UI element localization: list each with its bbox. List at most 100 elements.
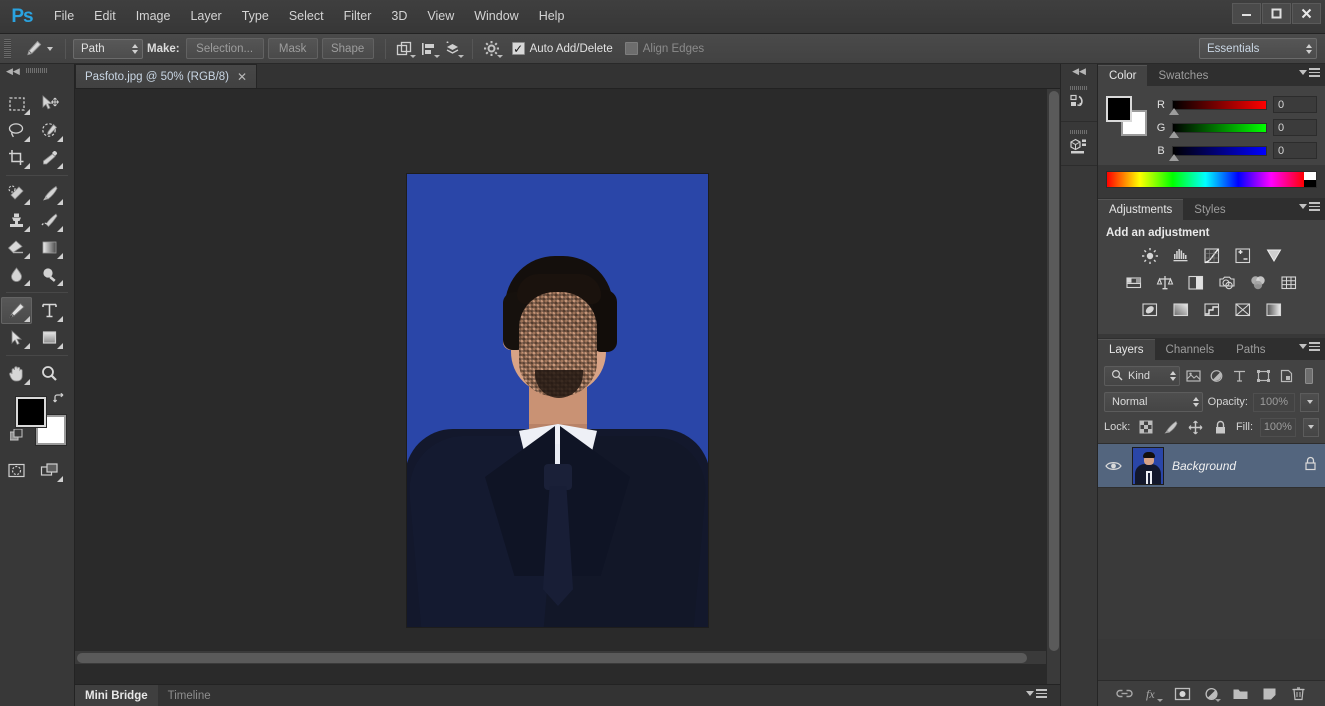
- make-mask-button[interactable]: Mask: [268, 38, 318, 59]
- channel-value-g[interactable]: 0: [1273, 119, 1317, 136]
- eraser-tool[interactable]: [1, 234, 32, 261]
- new-layer-icon[interactable]: [1260, 684, 1280, 704]
- pen-tool[interactable]: [1, 297, 32, 324]
- selective-color-icon[interactable]: [1260, 299, 1287, 321]
- layer-list[interactable]: Background: [1098, 443, 1325, 639]
- quick-selection-tool[interactable]: [34, 117, 65, 144]
- menu-type[interactable]: Type: [232, 5, 279, 28]
- options-bar-grip[interactable]: [4, 39, 11, 59]
- tab-adjustments[interactable]: Adjustments: [1098, 199, 1183, 220]
- close-icon[interactable]: ✕: [237, 71, 247, 83]
- add-layer-mask-icon[interactable]: [1173, 684, 1193, 704]
- default-colors-icon[interactable]: [10, 429, 25, 449]
- menu-window[interactable]: Window: [464, 5, 528, 28]
- tab-timeline[interactable]: Timeline: [158, 685, 221, 706]
- path-alignment-icon[interactable]: [417, 38, 441, 60]
- layer-visibility-eye-icon[interactable]: [1102, 460, 1124, 472]
- hue-saturation-icon[interactable]: [1121, 272, 1148, 294]
- new-adjustment-layer-icon[interactable]: [1202, 684, 1222, 704]
- hand-tool[interactable]: [1, 360, 32, 387]
- layer-row-background[interactable]: Background: [1098, 444, 1325, 488]
- tab-styles[interactable]: Styles: [1183, 199, 1236, 220]
- layers-panel-menu-icon[interactable]: [1299, 342, 1320, 351]
- tab-layers[interactable]: Layers: [1098, 339, 1155, 360]
- channel-slider-g[interactable]: [1172, 123, 1267, 133]
- layer-style-icon[interactable]: fx: [1144, 684, 1164, 704]
- rectangular-marquee-tool[interactable]: [1, 90, 32, 117]
- color-lookup-icon[interactable]: [1276, 272, 1303, 294]
- tab-paths[interactable]: Paths: [1225, 339, 1276, 360]
- filter-toggle-icon[interactable]: [1300, 366, 1319, 386]
- rectangle-tool[interactable]: [34, 324, 65, 351]
- vertical-scrollbar[interactable]: [1046, 89, 1060, 685]
- blend-mode-select[interactable]: Normal: [1104, 392, 1203, 412]
- screen-mode-icon[interactable]: [34, 457, 65, 484]
- pixel-layer-filter-icon[interactable]: [1184, 366, 1203, 386]
- crop-tool[interactable]: [1, 144, 32, 171]
- fill-chevron-down-icon[interactable]: [1303, 418, 1319, 437]
- make-shape-button[interactable]: Shape: [322, 38, 374, 59]
- color-panel-menu-icon[interactable]: [1299, 68, 1320, 77]
- brush-tool[interactable]: [34, 180, 65, 207]
- path-mode-select[interactable]: Path: [73, 39, 143, 59]
- eyedropper-tool[interactable]: [34, 144, 65, 171]
- menu-edit[interactable]: Edit: [84, 5, 126, 28]
- opacity-value[interactable]: 100%: [1253, 393, 1295, 412]
- 3d-panel-icon[interactable]: [1061, 122, 1097, 166]
- lock-transparent-pixels-icon[interactable]: [1137, 417, 1155, 437]
- adjustments-panel-menu-icon[interactable]: [1299, 202, 1320, 211]
- minimize-button[interactable]: [1232, 3, 1261, 24]
- blur-tool[interactable]: [1, 261, 32, 288]
- channel-value-b[interactable]: 0: [1273, 142, 1317, 159]
- menu-view[interactable]: View: [417, 5, 464, 28]
- tab-channels[interactable]: Channels: [1155, 339, 1226, 360]
- gradient-tool[interactable]: [34, 234, 65, 261]
- spot-healing-brush-tool[interactable]: [1, 180, 32, 207]
- tab-swatches[interactable]: Swatches: [1147, 65, 1219, 86]
- foreground-color-swatch[interactable]: [16, 397, 46, 427]
- link-layers-icon[interactable]: [1115, 684, 1135, 704]
- swap-colors-icon[interactable]: [53, 393, 66, 409]
- type-layer-filter-icon[interactable]: [1230, 366, 1249, 386]
- threshold-icon[interactable]: [1198, 299, 1225, 321]
- channel-slider-r[interactable]: [1172, 100, 1267, 110]
- lock-position-icon[interactable]: [1187, 417, 1205, 437]
- menu-filter[interactable]: Filter: [334, 5, 382, 28]
- menu-file[interactable]: File: [44, 5, 84, 28]
- new-group-icon[interactable]: [1231, 684, 1251, 704]
- levels-icon[interactable]: [1167, 245, 1194, 267]
- vibrance-icon[interactable]: [1260, 245, 1287, 267]
- collapse-arrows-icon[interactable]: ◀◀: [6, 66, 20, 77]
- channel-slider-b[interactable]: [1172, 146, 1267, 156]
- zoom-tool[interactable]: [34, 360, 65, 387]
- channel-value-r[interactable]: 0: [1273, 96, 1317, 113]
- lasso-tool[interactable]: [1, 117, 32, 144]
- shape-layer-filter-icon[interactable]: [1253, 366, 1272, 386]
- path-arrangement-icon[interactable]: [441, 38, 465, 60]
- dodge-tool[interactable]: [34, 261, 65, 288]
- path-operations-icon[interactable]: [393, 38, 417, 60]
- layer-thumbnail[interactable]: [1132, 447, 1164, 485]
- invert-icon[interactable]: [1136, 299, 1163, 321]
- make-selection-button[interactable]: Selection...: [186, 38, 264, 59]
- menu-3d[interactable]: 3D: [381, 5, 417, 28]
- fill-value[interactable]: 100%: [1260, 418, 1296, 437]
- color-panel-foreground-swatch[interactable]: [1106, 96, 1132, 122]
- auto-add-delete-checkbox[interactable]: ✓: [512, 42, 525, 55]
- canvas-viewport[interactable]: [75, 89, 1060, 685]
- tab-mini-bridge[interactable]: Mini Bridge: [75, 685, 158, 706]
- maximize-button[interactable]: [1262, 3, 1291, 24]
- layer-name[interactable]: Background: [1172, 459, 1296, 473]
- menu-select[interactable]: Select: [279, 5, 334, 28]
- menu-help[interactable]: Help: [529, 5, 575, 28]
- workspace-switcher[interactable]: Essentials: [1199, 38, 1317, 59]
- brightness-contrast-icon[interactable]: [1136, 245, 1163, 267]
- align-edges-checkbox[interactable]: [625, 42, 638, 55]
- opacity-chevron-down-icon[interactable]: [1300, 393, 1319, 412]
- move-tool[interactable]: [34, 90, 65, 117]
- dock-collapse-icon[interactable]: ◀◀: [1061, 64, 1097, 78]
- clone-stamp-tool[interactable]: [1, 207, 32, 234]
- smart-object-filter-icon[interactable]: [1277, 366, 1296, 386]
- lock-image-pixels-icon[interactable]: [1162, 417, 1180, 437]
- document-tab[interactable]: Pasfoto.jpg @ 50% (RGB/8) ✕: [75, 64, 257, 88]
